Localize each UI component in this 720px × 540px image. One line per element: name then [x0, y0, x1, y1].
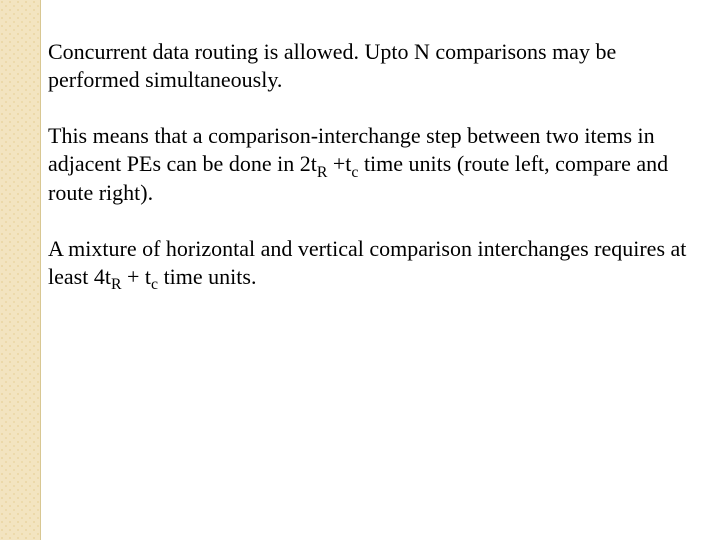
paragraph-1: Concurrent data routing is allowed. Upto… [48, 38, 688, 94]
paragraph-2-text-b: +t [327, 151, 351, 176]
paragraph-3-text-c: time units. [158, 264, 256, 289]
side-accent-strip [0, 0, 41, 540]
paragraph-3-text-b: + t [122, 264, 152, 289]
slide: Concurrent data routing is allowed. Upto… [0, 0, 720, 540]
paragraph-3-sub-r: R [111, 276, 122, 293]
paragraph-2-sub-c: c [351, 164, 358, 181]
slide-body: Concurrent data routing is allowed. Upto… [48, 38, 688, 319]
paragraph-1-text: Concurrent data routing is allowed. Upto… [48, 39, 616, 92]
paragraph-3: A mixture of horizontal and vertical com… [48, 235, 688, 291]
paragraph-2-sub-r: R [317, 164, 328, 181]
paragraph-2: This means that a comparison-interchange… [48, 122, 688, 206]
paragraph-3-sub-c: c [151, 276, 158, 293]
